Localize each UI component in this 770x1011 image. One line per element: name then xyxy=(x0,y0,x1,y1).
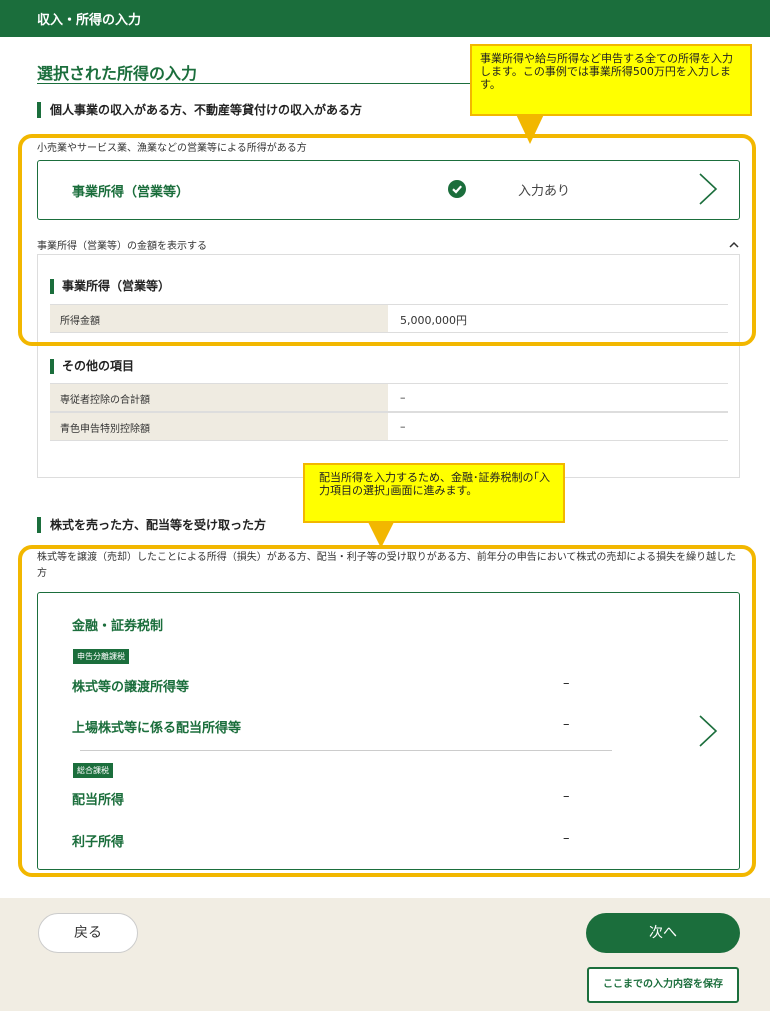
tag-separate-taxation: 申告分離課税 xyxy=(73,649,129,664)
list-item-value: – xyxy=(563,717,570,732)
list-item-label: 上場株式等に係る配当所得等 xyxy=(72,721,242,736)
back-button[interactable]: 戻る xyxy=(38,913,138,953)
list-item-label: 利子所得 xyxy=(72,835,125,850)
header-title: 収入・所得の入力 xyxy=(37,13,142,28)
check-circle-icon xyxy=(448,180,466,198)
row-key: 青色申告特別控除額 xyxy=(50,413,388,440)
section1-description: 小売業やサービス業、漁業などの営業等による所得がある方 xyxy=(37,143,307,154)
save-progress-button[interactable]: ここまでの入力内容を保存 xyxy=(587,967,739,1003)
row-value: 5,000,000円 xyxy=(400,314,467,327)
section2-heading: 株式を売った方、配当等を受け取った方 xyxy=(37,517,266,533)
row-value: – xyxy=(400,420,406,433)
business-income-status: 入力あり xyxy=(518,184,571,199)
tag-comprehensive-taxation: 総合課税 xyxy=(73,763,113,778)
chevron-right-icon[interactable] xyxy=(694,714,722,748)
list-item-label: 配当所得 xyxy=(72,793,125,808)
list-item-value: – xyxy=(563,676,570,691)
list-item-value: – xyxy=(563,831,570,846)
card-divider xyxy=(80,750,612,751)
business-income-card-title: 事業所得（営業等） xyxy=(72,185,190,200)
callout-note: 事業所得や給与所得など申告する全ての所得を入力します。この事例では事業所得500… xyxy=(470,44,752,116)
page-title: 選択された所得の入力 xyxy=(37,64,198,83)
table-row: 専従者控除の合計額 – xyxy=(50,383,728,412)
section1-heading: 個人事業の収入がある方、不動産等貸付けの収入がある方 xyxy=(37,102,362,118)
list-item-value: – xyxy=(563,789,570,804)
list-item-label: 株式等の譲渡所得等 xyxy=(72,680,190,695)
chevron-up-icon[interactable] xyxy=(728,236,740,248)
section2-description: 株式等を譲渡（売却）したことによる所得（損失）がある方、配当・利子等の受け取りが… xyxy=(37,552,737,579)
next-button[interactable]: 次へ xyxy=(586,913,740,953)
detail-group1-title: 事業所得（営業等） xyxy=(50,279,170,294)
row-key: 専従者控除の合計額 xyxy=(50,384,388,411)
show-amount-toggle-label[interactable]: 事業所得（営業等）の金額を表示する xyxy=(37,237,207,252)
table-row: 青色申告特別控除額 – xyxy=(50,412,728,441)
callout-note: 配当所得を入力するため、金融･証券税制の｢入力項目の選択｣画面に進みます。 xyxy=(303,463,565,523)
securities-card-title: 金融・証券税制 xyxy=(72,619,164,634)
top-header-bar: 収入・所得の入力 xyxy=(0,0,770,37)
detail-group2-title: その他の項目 xyxy=(50,359,134,374)
row-value: – xyxy=(400,391,406,404)
row-key: 所得金額 xyxy=(50,305,388,332)
chevron-right-icon[interactable] xyxy=(694,172,722,206)
table-row: 所得金額 5,000,000円 xyxy=(50,304,728,333)
